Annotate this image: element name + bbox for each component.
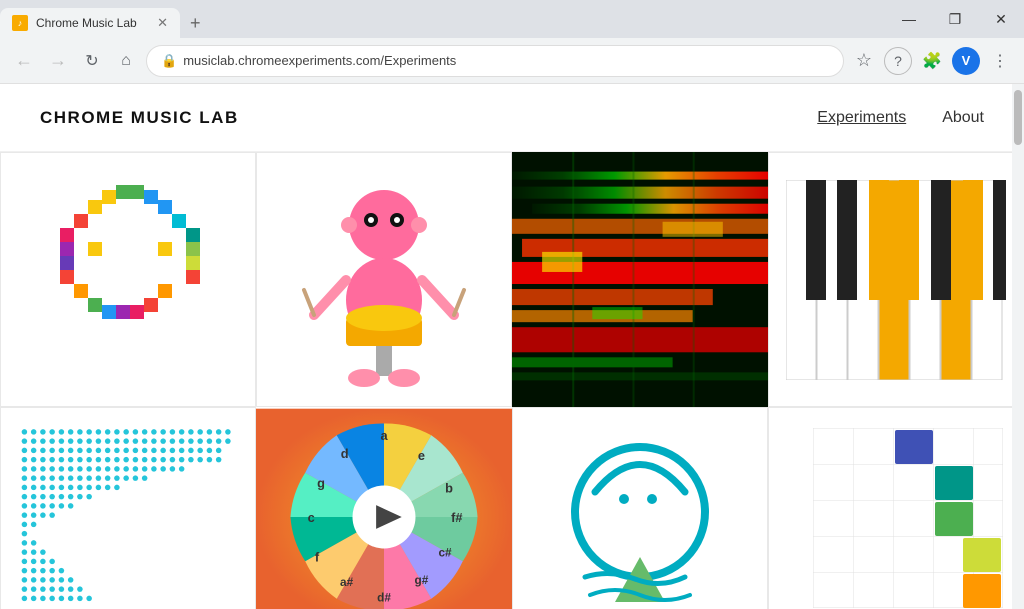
melody-grid-svg xyxy=(813,428,1003,608)
svg-text:d: d xyxy=(341,446,349,461)
card-melody-maker[interactable] xyxy=(768,407,1024,609)
spectrogram-svg xyxy=(512,152,768,407)
svg-text:c#: c# xyxy=(438,545,452,559)
page-content: CHROME MUSIC LAB Experiments About xyxy=(0,84,1024,609)
profile-button[interactable]: V xyxy=(952,47,980,75)
home-button[interactable]: ⌂ xyxy=(112,47,140,75)
tab-close-icon[interactable]: ✕ xyxy=(157,15,168,31)
piano-keys-svg xyxy=(786,180,1006,380)
card-rhythm[interactable] xyxy=(256,152,512,407)
dots-pattern-svg xyxy=(17,424,239,609)
chord-wheel-svg: a e b f# c# g# d# a# f c g d xyxy=(256,407,512,609)
back-button[interactable]: ← xyxy=(10,47,38,75)
card-chords[interactable]: a e b f# c# g# d# a# f c g d xyxy=(256,407,512,609)
window-controls: — ❐ ✕ xyxy=(886,0,1024,38)
pixel-smiley-svg xyxy=(18,170,238,390)
maximize-button[interactable]: ❐ xyxy=(932,0,978,38)
scrollbar[interactable] xyxy=(1012,84,1024,609)
address-bar[interactable]: 🔒 musiclab.chromeexperiments.com/Experim… xyxy=(146,45,844,77)
browser-frame: ♪ Chrome Music Lab ✕ + — ❐ ✕ ← → ↻ ⌂ 🔒 m… xyxy=(0,0,1024,84)
svg-text:d#: d# xyxy=(377,591,391,605)
close-window-button[interactable]: ✕ xyxy=(978,0,1024,38)
address-text: musiclab.chromeexperiments.com/Experimen… xyxy=(183,53,829,68)
forward-button[interactable]: → xyxy=(44,47,72,75)
help-button[interactable]: ? xyxy=(884,47,912,75)
lock-icon: 🔒 xyxy=(161,53,177,69)
svg-text:g: g xyxy=(317,475,325,490)
robot-drummer-svg xyxy=(284,170,484,390)
svg-text:f: f xyxy=(315,549,320,564)
svg-text:a: a xyxy=(380,428,388,443)
svg-text:f#: f# xyxy=(451,510,462,525)
active-tab[interactable]: ♪ Chrome Music Lab ✕ xyxy=(0,8,180,38)
nav-about[interactable]: About xyxy=(942,109,984,127)
card-song-maker[interactable] xyxy=(0,152,256,407)
svg-text:g#: g# xyxy=(415,573,429,587)
minimize-button[interactable]: — xyxy=(886,0,932,38)
new-tab-button[interactable]: + xyxy=(180,8,211,38)
voice-character-svg xyxy=(540,417,740,609)
tab-favicon: ♪ xyxy=(12,15,28,31)
site-nav: Experiments About xyxy=(817,109,984,127)
card-voice-spinner[interactable] xyxy=(512,407,768,609)
experiments-grid: a e b f# c# g# d# a# f c g d xyxy=(0,152,1024,609)
tab-bar: ♪ Chrome Music Lab ✕ + — ❐ ✕ xyxy=(0,0,1024,38)
card-kandinsky[interactable] xyxy=(0,407,256,609)
site-header: CHROME MUSIC LAB Experiments About xyxy=(0,84,1024,152)
extensions-button[interactable]: 🧩 xyxy=(918,47,946,75)
reload-button[interactable]: ↻ xyxy=(78,47,106,75)
toolbar: ← → ↻ ⌂ 🔒 musiclab.chromeexperiments.com… xyxy=(0,38,1024,84)
menu-button[interactable]: ⋮ xyxy=(986,47,1014,75)
site-logo: CHROME MUSIC LAB xyxy=(40,108,239,128)
card-piano-roll[interactable] xyxy=(768,152,1024,407)
tab-title: Chrome Music Lab xyxy=(36,16,149,30)
nav-experiments[interactable]: Experiments xyxy=(817,109,906,127)
svg-text:c: c xyxy=(308,510,315,525)
svg-text:e: e xyxy=(418,448,425,463)
svg-text:b: b xyxy=(445,480,453,495)
card-spectrogram[interactable] xyxy=(512,152,768,407)
svg-text:a#: a# xyxy=(340,575,354,589)
scrollbar-thumb[interactable] xyxy=(1014,90,1022,145)
bookmark-button[interactable]: ☆ xyxy=(850,47,878,75)
